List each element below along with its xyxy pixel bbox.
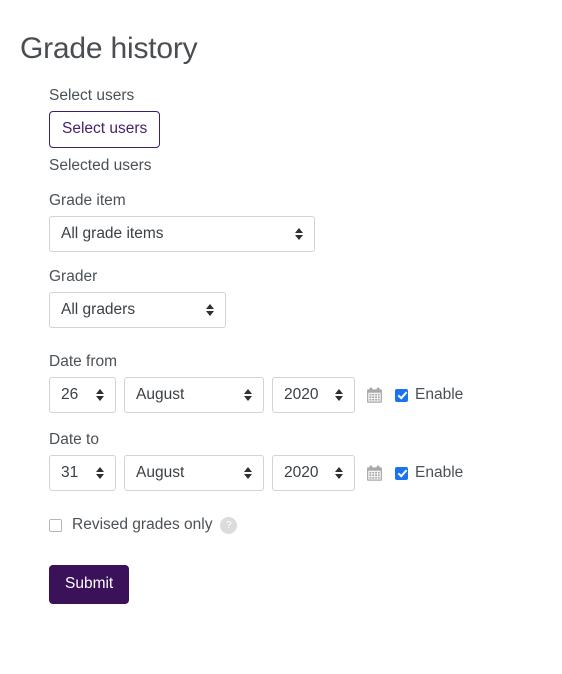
help-icon[interactable]: ? <box>220 516 238 534</box>
select-users-field: Select users Select users Selected users <box>49 86 529 176</box>
revised-grades-only-row: Revised grades only ? <box>49 515 529 535</box>
calendar-icon[interactable] <box>366 465 383 482</box>
date-from-year-value: 2020 <box>284 386 319 403</box>
date-to-day-value: 31 <box>61 464 79 481</box>
selected-users-text: Selected users <box>49 157 152 174</box>
grade-item-field: Grade item All grade items <box>49 191 529 252</box>
date-from-enable-label: Enable <box>415 386 464 403</box>
date-from-month-select[interactable]: August <box>124 377 264 413</box>
page-title: Grade history <box>20 32 198 66</box>
date-to-enable-label: Enable <box>415 464 464 481</box>
chevron-updown-icon <box>96 388 105 402</box>
chevron-updown-icon <box>244 466 253 480</box>
date-to-day-select[interactable]: 31 <box>49 455 116 491</box>
date-from-month-value: August <box>136 386 185 403</box>
date-from-row: 26 August 2020 Enable <box>49 377 529 413</box>
date-to-year-value: 2020 <box>284 464 319 481</box>
chevron-updown-icon <box>335 388 344 402</box>
grade-item-select[interactable]: All grade items <box>49 216 315 252</box>
chevron-updown-icon <box>206 303 215 317</box>
select-users-button[interactable]: Select users <box>49 111 161 148</box>
chevron-updown-icon <box>96 466 105 480</box>
grade-history-form: Select users Select users Selected users… <box>49 86 529 604</box>
date-to-month-value: August <box>136 464 185 481</box>
date-to-label: Date to <box>49 431 99 448</box>
chevron-updown-icon <box>244 388 253 402</box>
revised-grades-only-checkbox[interactable] <box>49 518 62 532</box>
grade-item-value: All grade items <box>61 225 164 242</box>
date-to-enable-wrap: Enable <box>395 463 463 483</box>
date-to-enable-checkbox[interactable] <box>395 466 408 480</box>
submit-button[interactable]: Submit <box>49 565 130 604</box>
grader-label: Grader <box>49 268 98 285</box>
date-from-day-select[interactable]: 26 <box>49 377 116 413</box>
date-from-enable-wrap: Enable <box>395 385 463 405</box>
date-to-year-select[interactable]: 2020 <box>272 455 355 491</box>
grader-select[interactable]: All graders <box>49 292 226 328</box>
date-from-year-select[interactable]: 2020 <box>272 377 355 413</box>
date-to-row: 31 August 2020 Enable <box>49 455 529 491</box>
date-from-enable-checkbox[interactable] <box>395 388 408 402</box>
date-to-field: Date to 31 August 2020 Enable <box>49 430 529 491</box>
chevron-updown-icon <box>335 466 344 480</box>
grader-value: All graders <box>61 301 136 318</box>
calendar-icon[interactable] <box>366 387 383 404</box>
select-users-label: Select users <box>49 87 135 104</box>
date-from-field: Date from 26 August 2020 Enable <box>49 352 529 413</box>
date-to-month-select[interactable]: August <box>124 455 264 491</box>
date-from-label: Date from <box>49 353 118 370</box>
date-from-day-value: 26 <box>61 386 79 403</box>
revised-grades-only-label: Revised grades only <box>72 516 213 533</box>
grader-field: Grader All graders <box>49 267 529 328</box>
grade-item-label: Grade item <box>49 192 126 209</box>
chevron-updown-icon <box>295 227 304 241</box>
